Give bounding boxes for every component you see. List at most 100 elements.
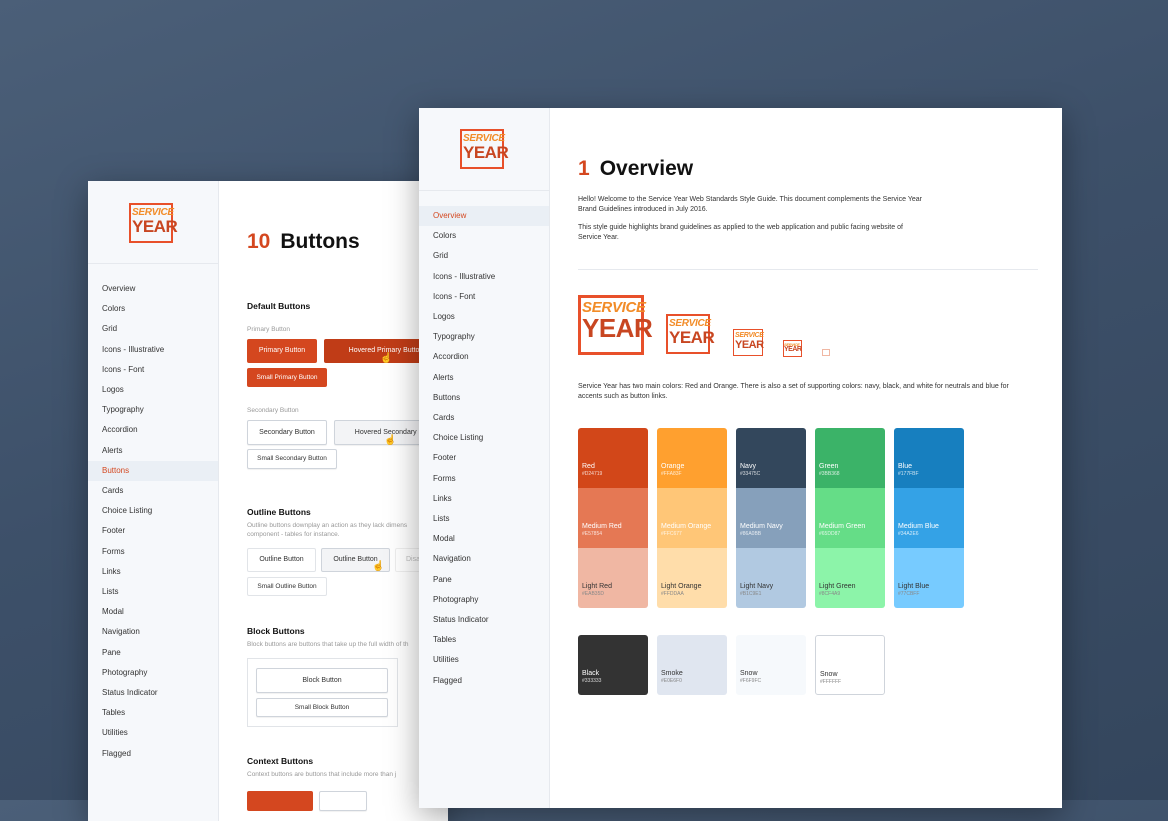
sidebar-item-typography[interactable]: Typography: [419, 327, 549, 347]
swatch-hex: #EAB35D: [582, 591, 604, 597]
block-button[interactable]: Block Button: [256, 668, 388, 693]
sidebar-item-flagged[interactable]: Flagged: [88, 744, 218, 764]
swatch-hex: #E57854: [582, 531, 603, 537]
outline-buttons-desc-2: component - tables for instance.: [247, 531, 340, 538]
sidebar-item-lists[interactable]: Lists: [419, 509, 549, 529]
intro-paragraph-1: Hello! Welcome to the Service Year Web S…: [578, 196, 922, 213]
block-buttons-heading: Block Buttons: [247, 626, 305, 636]
outline-buttons-heading: Outline Buttons: [247, 507, 311, 517]
color-swatch-snow: Snow #FFFFFF: [815, 635, 885, 695]
swatch-hex: #86A0BB: [740, 531, 762, 537]
secondary-button[interactable]: Secondary Button: [247, 420, 327, 445]
sidebar-item-alerts[interactable]: Alerts: [419, 368, 549, 388]
sidebar-item-grid[interactable]: Grid: [88, 319, 218, 339]
sidebar-item-links[interactable]: Links: [88, 562, 218, 582]
sidebar-item-buttons[interactable]: Buttons: [88, 460, 218, 481]
sidebar-item-icons-illustrative[interactable]: Icons - Illustrative: [419, 267, 549, 287]
sidebar-item-footer[interactable]: Footer: [88, 521, 218, 541]
context-primary-button[interactable]: [247, 791, 313, 811]
swatch-hex: #177FBF: [898, 471, 919, 477]
sidebar-item-photography[interactable]: Photography: [419, 590, 549, 610]
sidebar-item-pane[interactable]: Pane: [88, 643, 218, 663]
sidebar-item-icons-font[interactable]: Icons - Font: [419, 287, 549, 307]
color-swatch-medium-red: Medium Red #E57854: [578, 488, 648, 548]
sidebar-item-lists[interactable]: Lists: [88, 582, 218, 602]
color-swatch-medium-navy: Medium Navy #86A0BB: [736, 488, 806, 548]
sidebar-item-flagged[interactable]: Flagged: [419, 671, 549, 691]
sidebar-item-utilities[interactable]: Utilities: [88, 723, 218, 743]
swatch-name: Light Orange: [661, 583, 702, 590]
primary-button[interactable]: Primary Button: [247, 339, 317, 363]
service-year-logo: SERVICE YEAR: [460, 129, 509, 171]
sidebar-item-colors[interactable]: Colors: [88, 299, 218, 319]
sidebar-item-modal[interactable]: Modal: [419, 529, 549, 549]
context-secondary-button[interactable]: [319, 791, 367, 811]
sidebar-item-forms[interactable]: Forms: [419, 469, 549, 489]
page-title: 1 Overview: [578, 157, 694, 180]
sidebar-item-cards[interactable]: Cards: [88, 481, 218, 501]
primary-button-label: Primary Button: [247, 326, 290, 333]
sidebar-item-accordion[interactable]: Accordion: [419, 347, 549, 367]
outline-button[interactable]: Outline Button: [247, 548, 316, 572]
sidebar-item-navigation[interactable]: Navigation: [419, 549, 549, 569]
sidebar-item-footer[interactable]: Footer: [419, 448, 549, 468]
sidebar-item-cards[interactable]: Cards: [419, 408, 549, 428]
sidebar-item-typography[interactable]: Typography: [88, 400, 218, 420]
sidebar-item-links[interactable]: Links: [419, 489, 549, 509]
swatch-name: Medium Orange: [661, 523, 712, 530]
intro-paragraph-2: This style guide highlights brand guidel…: [578, 224, 903, 241]
sidebar-item-tables[interactable]: Tables: [419, 630, 549, 650]
secondary-button-label: Secondary Button: [247, 407, 299, 414]
sidebar-item-icons-illustrative[interactable]: Icons - Illustrative: [88, 340, 218, 360]
swatch-hex: #FFDDAA: [661, 591, 684, 597]
small-block-button[interactable]: Small Block Button: [256, 698, 388, 717]
small-primary-button[interactable]: Small Primary Button: [247, 368, 327, 387]
sidebar-item-buttons[interactable]: Buttons: [419, 388, 549, 408]
sidebar-item-icons-font[interactable]: Icons - Font: [88, 360, 218, 380]
logo-tiny: [822, 349, 830, 356]
color-swatch-light-orange: Light Orange #FFDDAA: [657, 548, 727, 608]
sidebar-item-status-indicator[interactable]: Status Indicator: [88, 683, 218, 703]
sidebar-item-navigation[interactable]: Navigation: [88, 622, 218, 642]
sidebar-item-colors[interactable]: Colors: [419, 226, 549, 246]
swatch-hex: #8CF4A9: [819, 591, 841, 597]
sidebar-item-status-indicator[interactable]: Status Indicator: [419, 610, 549, 630]
swatch-hex: #FFFFFF: [820, 679, 842, 685]
swatch-name: Navy: [740, 463, 756, 470]
logo-xsmall: SERVICE YEAR: [783, 340, 803, 358]
sidebar-item-utilities[interactable]: Utilities: [419, 650, 549, 670]
sidebar-item-choice-listing[interactable]: Choice Listing: [419, 428, 549, 448]
color-swatch-light-red: Light Red #EAB35D: [578, 548, 648, 608]
sidebar-item-overview[interactable]: Overview: [419, 206, 549, 226]
small-outline-button[interactable]: Small Outline Button: [247, 577, 327, 596]
sidebar-item-logos[interactable]: Logos: [88, 380, 218, 400]
sidebar-item-overview[interactable]: Overview: [88, 279, 218, 299]
color-swatch-smoke: Smoke #E0E6F0: [657, 635, 727, 695]
sidebar-item-tables[interactable]: Tables: [88, 703, 218, 723]
left-sidebar: SERVICE YEAR Overview Colors Grid Icons - I…: [88, 181, 219, 821]
swatch-name: Light Red: [582, 583, 612, 590]
swatch-name: Light Blue: [898, 583, 930, 590]
sidebar-item-pane[interactable]: Pane: [419, 570, 549, 590]
swatch-hex: #FFC677: [661, 531, 682, 537]
swatch-hex: #3BB368: [819, 471, 840, 477]
color-swatch-light-navy: Light Navy #B1C9E1: [736, 548, 806, 608]
swatch-name: Medium Navy: [740, 523, 783, 530]
sidebar-item-accordion[interactable]: Accordion: [88, 420, 218, 440]
small-secondary-button[interactable]: Small Secondary Button: [247, 449, 337, 469]
sidebar-item-logos[interactable]: Logos: [419, 307, 549, 327]
sidebar-item-photography[interactable]: Photography: [88, 663, 218, 683]
context-buttons-heading: Context Buttons: [247, 756, 314, 766]
sidebar-item-grid[interactable]: Grid: [419, 246, 549, 266]
color-swatch-medium-blue: Medium Blue #34A2E6: [894, 488, 964, 548]
sidebar-item-modal[interactable]: Modal: [88, 602, 218, 622]
color-swatch-medium-orange: Medium Orange #FFC677: [657, 488, 727, 548]
sidebar-item-choice-listing[interactable]: Choice Listing: [88, 501, 218, 521]
swatch-name: Light Navy: [740, 583, 774, 590]
color-swatch-light-green: Light Green #8CF4A9: [815, 548, 885, 608]
swatch-hex: #B1C9E1: [740, 591, 762, 597]
color-swatch-navy: Navy #33475C: [736, 428, 806, 488]
sidebar-item-forms[interactable]: Forms: [88, 542, 218, 562]
sidebar-item-alerts[interactable]: Alerts: [88, 441, 218, 461]
swatch-name: Orange: [661, 463, 685, 470]
